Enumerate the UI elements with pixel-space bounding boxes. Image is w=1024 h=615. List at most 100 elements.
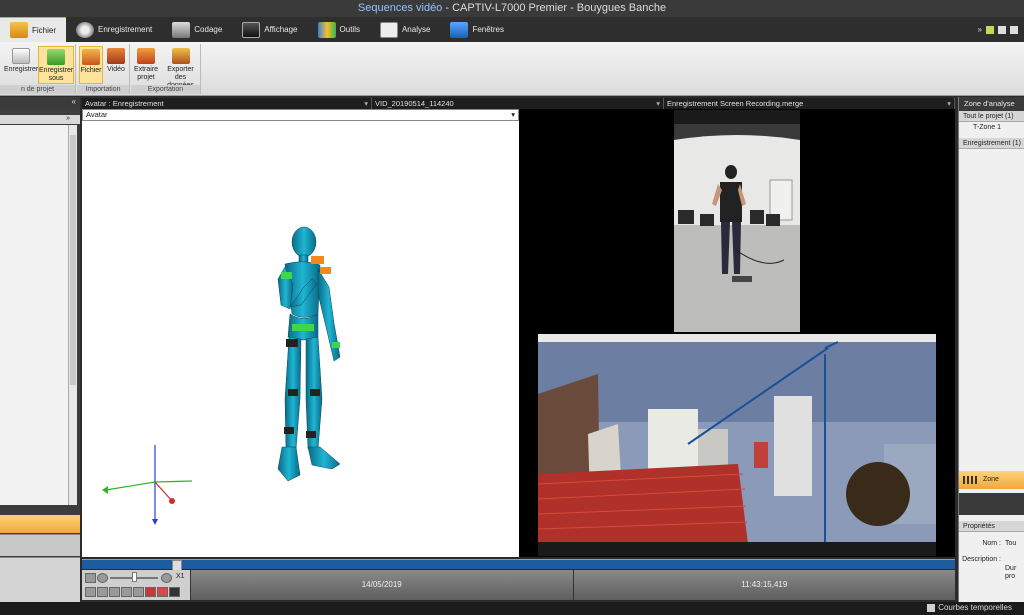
timeline-date-segment[interactable]: 14/05/2019 [190,570,573,600]
name-value[interactable]: Tou [1005,540,1016,547]
windows-icon [450,21,469,38]
display-icon [242,21,261,38]
save-button[interactable]: Enregistrer [4,46,38,84]
ribbon-expand-icon[interactable]: » [978,25,982,34]
title-part2: - CAPTIV-L7000 Premier - Bouygues Banche [442,2,667,14]
left-panel-subheader: » [0,115,80,124]
left-panel-collapse-icon[interactable]: « [0,97,80,109]
courbes-button[interactable]: Courbes temporelles [927,603,1012,612]
extract-project-icon [137,48,155,64]
tab-fenetres[interactable]: Fenêtres [440,17,514,42]
tools-icon [317,21,336,38]
record-icon [76,21,95,38]
sensor-marker [284,427,294,434]
zoom-in-icon[interactable] [161,573,172,583]
waveform-icon [963,476,979,484]
group-export: Extraire projet Exporter des données Exp… [131,44,201,94]
zoom-out-icon[interactable] [97,573,108,583]
analysis-zone-tab[interactable]: Zone d'analyse [959,471,1024,501]
export-data-button[interactable]: Exporter des données [161,46,200,89]
zone-item[interactable]: T-Zone 1 [959,122,1024,134]
left-panel-scrollbar[interactable] [68,125,77,505]
speed-label: X1 [176,573,185,580]
save-as-icon [47,49,65,65]
dropdown-icon[interactable]: ▾ [656,98,660,109]
timeline-time: 11:43:15,419 [741,580,788,589]
tab-label: Analyse [401,25,431,34]
app-window: Sequences vidéo - CAPTIV-L7000 Premier -… [0,0,1024,615]
extract-project-button[interactable]: Extraire projet [132,46,160,84]
tab-outils[interactable]: Outils [308,17,370,42]
video1-frame[interactable] [674,110,800,332]
dropdown-icon[interactable]: ▾ [364,98,368,109]
avatar-view[interactable]: Avatar ▾ [82,109,519,557]
section-whole-project[interactable]: Tout le projet (1) [959,111,1024,122]
left-panel-body [0,125,68,505]
zoom-slider-thumb[interactable] [132,572,137,582]
left-panel-footer [0,534,80,556]
camera-icon[interactable] [169,587,180,597]
goto-start-icon[interactable] [85,573,96,583]
sensor-marker [281,272,292,279]
import-file-button[interactable]: Fichier [79,46,103,84]
video1-header-label: VID_20190514_114240 [375,99,454,108]
chart-icon [927,603,936,612]
step-back-icon[interactable] [109,587,120,597]
step-forward-icon[interactable] [121,587,132,597]
tab-analyse[interactable]: Analyse [370,17,440,42]
import-file-label: Fichier [80,67,102,74]
dropdown-icon[interactable]: ▾ [947,98,951,109]
analysis-icon [379,21,398,38]
delete-icon[interactable] [145,587,156,597]
sensor-marker [310,389,320,396]
status-bar: Courbes temporelles [0,602,1024,615]
tab-label: Enregistrement [98,25,153,34]
import-video-button[interactable]: Vidéo [104,46,128,84]
title-part1: Sequences vidéo [357,2,443,14]
name-label: Nom : [982,540,1001,547]
layout-icon[interactable] [986,25,994,34]
import-video-icon [107,48,125,64]
coding-icon [172,21,191,38]
sensor-marker [306,431,316,438]
play-icon[interactable] [85,587,96,597]
import-video-label: Vidéo [107,66,125,73]
description-value-1[interactable]: Dur [1005,565,1016,572]
left-panel-highlight[interactable] [0,515,80,533]
tab-affichage[interactable]: Affichage [232,17,307,42]
timeline-date: 14/05/2019 [361,580,402,589]
timeline[interactable]: X1 14/05/2019 11:43:15,419 [82,557,955,602]
ribbon-tabs: Fichier Enregistrement Codage Affichage … [0,17,1024,42]
group-label: n de projet [0,85,75,94]
avatar-panel-header: Avatar : Enregistrement ▾ [82,98,372,109]
sensor-marker [292,324,314,331]
loop-icon[interactable] [133,587,144,597]
right-panel-divider [959,493,1024,515]
scroll-thumb[interactable] [70,135,76,385]
window-icon[interactable] [998,25,1006,34]
timeline-row: X1 14/05/2019 11:43:15,419 [82,570,955,600]
sensor-marker [286,339,298,347]
extract-project-label: Extraire projet [133,66,159,81]
avatar-canvas [102,226,341,525]
tab-fichier[interactable]: Fichier [0,17,67,42]
save-as-button[interactable]: Enregistrer sous [38,46,74,84]
video2-frame[interactable] [538,334,936,556]
right-panel: Zone d'analyse Tout le projet (1) T-Zone… [958,97,1024,602]
video1-panel-header: VID_20190514_114240 ▾ [372,98,664,109]
record-icon[interactable] [157,587,168,597]
window2-icon[interactable] [1010,25,1018,34]
timeline-time-segment[interactable]: 11:43:15,419 [572,570,955,600]
avatar-figure [277,226,341,482]
description-value-2[interactable]: pro [1005,573,1015,580]
tab-enregistrement[interactable]: Enregistrement [66,17,162,42]
section-recording[interactable]: Enregistrement (1) [959,138,1024,149]
timeline-track[interactable] [82,559,955,572]
sensor-marker [288,389,298,396]
stop-icon[interactable] [97,587,108,597]
video2-panel-header: Enregistrement Screen Recording.merge ▾ [664,98,955,109]
tab-codage[interactable]: Codage [162,17,232,42]
tab-label: Outils [339,25,360,34]
video-area[interactable] [519,109,955,557]
expand-icon[interactable]: » [66,115,70,122]
